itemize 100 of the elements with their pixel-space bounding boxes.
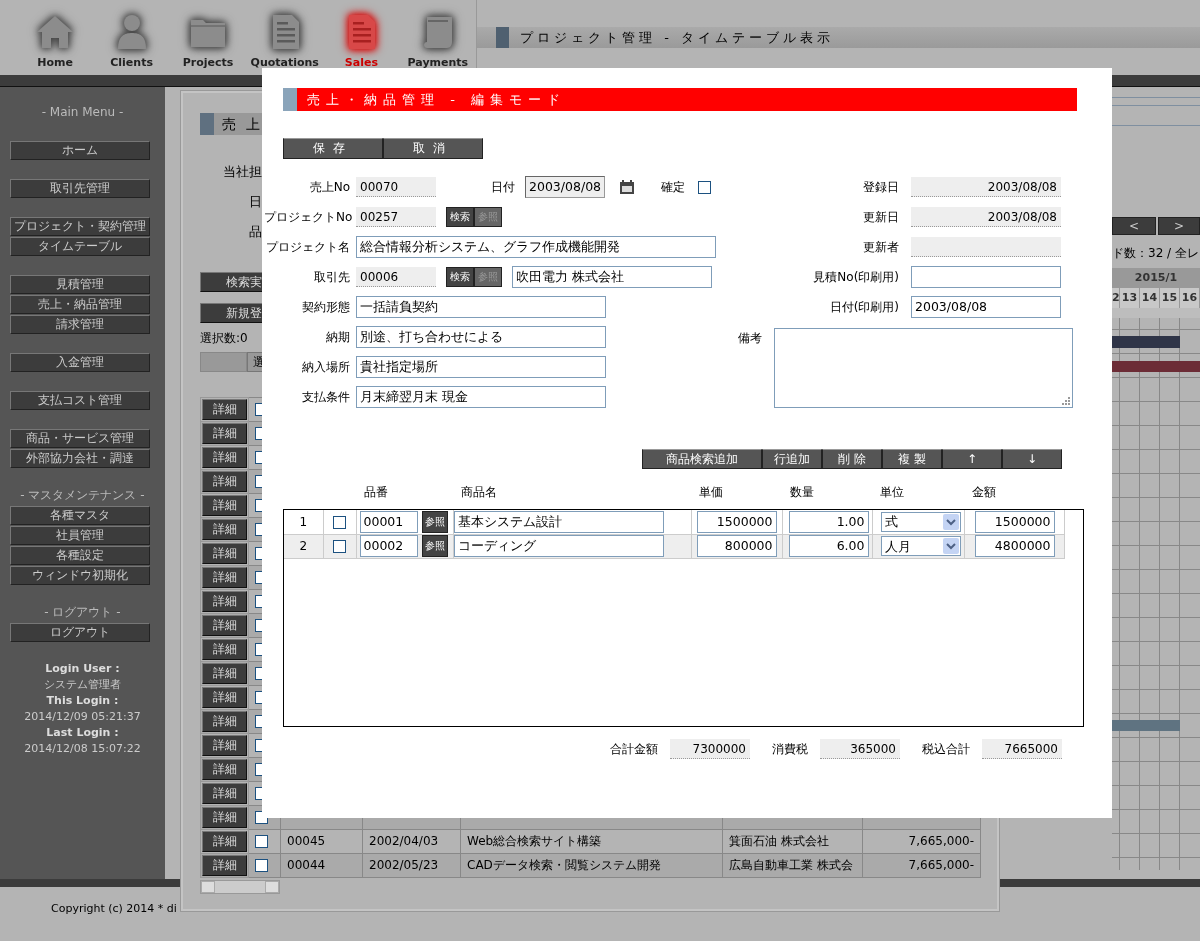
field-label: 日付 bbox=[491, 179, 515, 195]
field-label: 納期 bbox=[325, 329, 351, 345]
input-field[interactable]: 吹田電力 株式会社 bbox=[512, 266, 712, 288]
readonly-field: 2003/08/08 bbox=[911, 177, 1061, 197]
month-header: 2015/1 bbox=[1112, 268, 1200, 288]
input-field[interactable]: 月末締翌月末 現金 bbox=[356, 386, 606, 408]
toolbar-button[interactable]: 複 製 bbox=[882, 449, 942, 469]
menu-button[interactable]: 取引先管理 bbox=[10, 179, 150, 198]
column-header: 数量 bbox=[789, 485, 814, 499]
detail-button[interactable]: 詳細 bbox=[202, 807, 247, 828]
detail-button[interactable]: 詳細 bbox=[202, 543, 247, 564]
login-value: システム管理者 bbox=[43, 677, 122, 693]
menu-button[interactable]: 請求管理 bbox=[10, 315, 150, 334]
cancel-button[interactable]: 取消 bbox=[383, 138, 483, 159]
input-field[interactable]: 00002 bbox=[359, 535, 418, 557]
input-field[interactable]: 基本システム設計 bbox=[453, 510, 664, 533]
menu-button[interactable]: 売上・納品管理 bbox=[10, 295, 150, 314]
menu-button[interactable]: ウィンドウ初期化 bbox=[10, 566, 150, 585]
menu-button[interactable]: 入金管理 bbox=[10, 353, 150, 372]
detail-button[interactable]: 詳細 bbox=[202, 759, 247, 780]
previous-button[interactable]: < bbox=[1112, 217, 1156, 235]
detail-button[interactable]: 詳細 bbox=[202, 687, 247, 708]
input-field[interactable]: 4800000 bbox=[974, 535, 1055, 557]
input-field[interactable]: 1500000 bbox=[974, 510, 1055, 533]
menu-button[interactable]: ログアウト bbox=[10, 623, 150, 642]
save-button[interactable]: 保存 bbox=[283, 138, 383, 159]
menu-button[interactable]: 各種設定 bbox=[10, 546, 150, 565]
row-checkbox[interactable] bbox=[255, 835, 268, 849]
nav-tab[interactable]: Clients bbox=[93, 0, 170, 75]
row-checkbox[interactable] bbox=[333, 515, 346, 529]
detail-button[interactable]: 詳細 bbox=[202, 423, 247, 444]
date-field[interactable]: 2003/08/08 bbox=[525, 176, 605, 198]
input-field[interactable]: 別途、打ち合わせによる bbox=[356, 326, 606, 348]
detail-button[interactable]: 詳細 bbox=[202, 855, 247, 876]
field-label: 支払条件 bbox=[301, 389, 351, 405]
input-field[interactable]: 00001 bbox=[359, 510, 418, 533]
detail-button[interactable]: 詳細 bbox=[202, 591, 247, 612]
toolbar-button[interactable]: 商品検索追加 bbox=[642, 449, 762, 469]
calendar-icon[interactable] bbox=[619, 179, 635, 195]
input-field[interactable]: 一括請負契約 bbox=[356, 296, 606, 318]
input-field[interactable]: 800000 bbox=[696, 535, 777, 557]
login-value: 2014/12/09 05:21:37 bbox=[23, 709, 142, 725]
column-header: 品番 bbox=[363, 485, 388, 499]
detail-button[interactable]: 詳細 bbox=[202, 639, 247, 660]
menu-button[interactable]: 社員管理 bbox=[10, 526, 150, 545]
readonly-field: 00006 bbox=[356, 267, 436, 287]
menu-button[interactable]: プロジェクト・契約管理 bbox=[10, 217, 150, 236]
input-field[interactable]: 6.00 bbox=[788, 535, 869, 557]
field-label: 納入場所 bbox=[301, 359, 351, 375]
input-field[interactable]: 1500000 bbox=[696, 510, 777, 533]
input-field[interactable]: 貴社指定場所 bbox=[356, 356, 606, 378]
detail-button[interactable]: 詳細 bbox=[202, 831, 247, 852]
checkbox[interactable] bbox=[698, 180, 711, 194]
toolbar-button[interactable]: 行追加 bbox=[762, 449, 822, 469]
lookup-button[interactable]: 検索 bbox=[446, 267, 474, 287]
detail-button[interactable]: 詳細 bbox=[202, 519, 247, 540]
detail-button[interactable]: 詳細 bbox=[202, 663, 247, 684]
menu-button[interactable]: 外部協力会社・調達 bbox=[10, 449, 150, 468]
detail-button[interactable]: 詳細 bbox=[202, 399, 247, 420]
detail-button[interactable]: 詳細 bbox=[202, 615, 247, 636]
nav-tab[interactable]: Projects bbox=[169, 0, 247, 75]
detail-button[interactable]: 詳細 bbox=[202, 495, 247, 516]
unit-dropdown[interactable]: 人月 bbox=[880, 536, 961, 556]
row-checkbox[interactable] bbox=[255, 859, 268, 873]
menu-button[interactable]: 見積管理 bbox=[10, 275, 150, 294]
detail-button[interactable]: 詳細 bbox=[202, 711, 247, 732]
input-field[interactable]: コーディング bbox=[453, 535, 664, 557]
remarks-textarea[interactable] bbox=[774, 328, 1073, 408]
copyright-text: Copyright (c) 2014 * di bbox=[51, 902, 177, 915]
reference-button[interactable]: 参照 bbox=[421, 510, 448, 533]
detail-button[interactable]: 詳細 bbox=[202, 447, 247, 468]
detail-button[interactable]: 詳細 bbox=[202, 567, 247, 588]
menu-heading: - ログアウト - bbox=[43, 604, 122, 620]
input-field[interactable]: 1.00 bbox=[788, 510, 869, 533]
menu-button[interactable]: タイムテーブル bbox=[10, 237, 150, 256]
menu-button[interactable]: 各種マスタ bbox=[10, 506, 150, 525]
nav-tab[interactable]: Payments bbox=[399, 0, 477, 75]
toolbar-button[interactable]: 削 除 bbox=[822, 449, 882, 469]
reference-button[interactable]: 参照 bbox=[421, 535, 448, 557]
field-label: 日付(印刷用) bbox=[828, 299, 900, 315]
horizontal-scrollbar[interactable] bbox=[200, 880, 280, 894]
toolbar-button[interactable]: ↑ bbox=[942, 449, 1002, 469]
detail-button[interactable]: 詳細 bbox=[202, 783, 247, 804]
menu-button[interactable]: 商品・サービス管理 bbox=[10, 429, 150, 448]
input-field[interactable]: 総合情報分析システム、グラフ作成機能開発 bbox=[356, 236, 716, 258]
menu-button[interactable]: 支払コスト管理 bbox=[10, 391, 150, 410]
detail-button[interactable]: 詳細 bbox=[202, 735, 247, 756]
lookup-button[interactable]: 検索 bbox=[446, 207, 474, 227]
toolbar-button[interactable]: ↓ bbox=[1002, 449, 1062, 469]
nav-tab[interactable]: Home bbox=[17, 0, 94, 75]
unit-dropdown[interactable]: 式 bbox=[880, 511, 961, 532]
detail-button[interactable]: 詳細 bbox=[202, 471, 247, 492]
menu-button[interactable]: ホーム bbox=[10, 141, 150, 160]
input-field[interactable]: 2003/08/08 bbox=[911, 296, 1061, 318]
readonly-field: 7300000 bbox=[670, 739, 750, 759]
next-button[interactable]: > bbox=[1158, 217, 1200, 235]
row-checkbox[interactable] bbox=[333, 539, 346, 553]
filter-label: 日 bbox=[248, 194, 262, 210]
input-field[interactable] bbox=[911, 266, 1061, 288]
field-label: 見積No(印刷用) bbox=[812, 269, 900, 285]
